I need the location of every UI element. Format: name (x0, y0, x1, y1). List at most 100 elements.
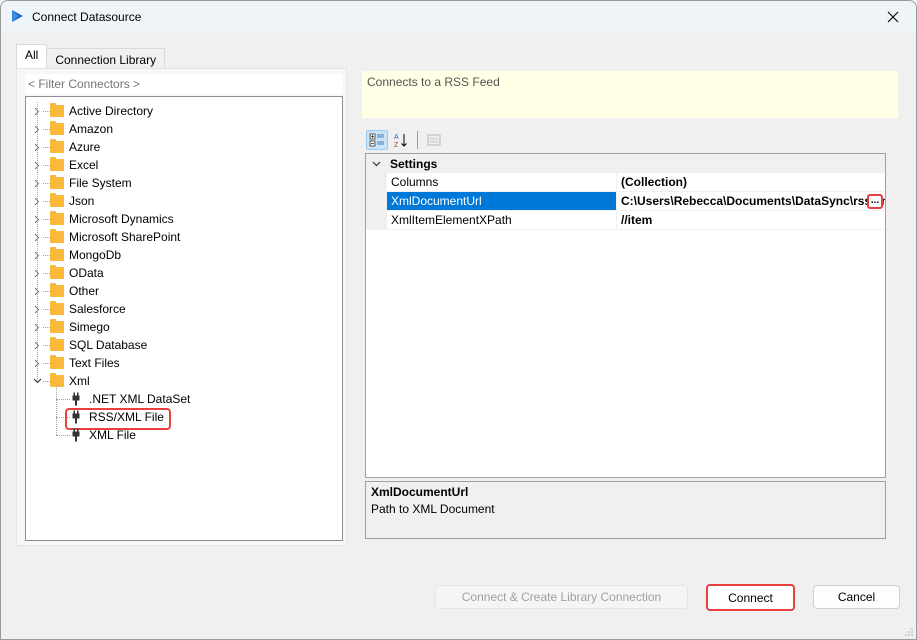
property-grid-toolbar: A Z (366, 129, 445, 151)
close-button[interactable] (870, 1, 916, 32)
expand-toggle[interactable] (32, 249, 42, 261)
tree-connector-line (43, 309, 50, 310)
tree-node-sql-database[interactable]: SQL Database (26, 336, 342, 354)
property-pages-button[interactable] (423, 130, 445, 150)
folder-icon (50, 175, 64, 189)
tree-node-simego[interactable]: Simego (26, 318, 342, 336)
property-name[interactable]: XmlDocumentUrl (387, 192, 617, 211)
browse-ellipsis-button[interactable]: ... (867, 194, 883, 209)
expand-toggle[interactable] (32, 231, 42, 243)
category-settings: Settings (366, 154, 885, 173)
connect-create-library-button[interactable]: Connect & Create Library Connection (435, 585, 688, 609)
folder-icon (50, 283, 64, 297)
expand-toggle[interactable] (32, 177, 42, 189)
property-value[interactable]: C:\Users\Rebecca\Documents\DataSync\rss.… (618, 192, 885, 211)
expand-toggle[interactable] (32, 159, 42, 171)
property-value[interactable]: //item (618, 211, 885, 230)
expand-toggle[interactable] (32, 303, 42, 315)
chevron-right-icon (34, 215, 40, 223)
tree-connector-line (43, 219, 50, 220)
tree-node-other[interactable]: Other (26, 282, 342, 300)
property-value-text[interactable]: C:\Users\Rebecca\Documents\DataSync\rss.… (621, 194, 885, 208)
tree-node-json[interactable]: Json (26, 192, 342, 210)
expand-toggle[interactable] (32, 357, 42, 369)
categorized-button[interactable] (366, 130, 388, 150)
tree-node-mongodb[interactable]: MongoDb (26, 246, 342, 264)
property-help-panel: XmlDocumentUrl Path to XML Document (365, 481, 886, 539)
tree-connector-line (43, 345, 50, 346)
tree-connector-line (43, 273, 50, 274)
expand-toggle[interactable] (32, 105, 42, 117)
chevron-right-icon (34, 143, 40, 151)
tree-node-microsoft-sharepoint[interactable]: Microsoft SharePoint (26, 228, 342, 246)
connector-plug-icon (71, 392, 81, 406)
connector-plug-icon (72, 428, 80, 442)
connector-description: Connects to a RSS Feed (362, 71, 898, 118)
filter-connectors-input[interactable] (25, 74, 343, 94)
tree-node-file-system[interactable]: File System (26, 174, 342, 192)
expand-toggle[interactable] (32, 213, 42, 225)
tree-node-microsoft-dynamics[interactable]: Microsoft Dynamics (26, 210, 342, 228)
chevron-right-icon (34, 323, 40, 331)
tab-all[interactable]: All (16, 44, 48, 68)
toolbar-separator (417, 131, 418, 149)
tree-node-excel[interactable]: Excel (26, 156, 342, 174)
property-row-xmldocumenturl[interactable]: XmlDocumentUrl C:\Users\Rebecca\Document… (366, 192, 885, 211)
tree-connector-line (43, 237, 50, 238)
tree-node-odata[interactable]: OData (26, 264, 342, 282)
expand-toggle[interactable] (32, 339, 42, 351)
expand-toggle[interactable] (32, 321, 42, 333)
tree-connector-line (56, 417, 70, 418)
close-icon (887, 11, 899, 22)
tab-connection-library[interactable]: Connection Library (46, 48, 166, 70)
svg-text:A: A (394, 134, 399, 141)
alphabetical-button[interactable]: A Z (390, 130, 412, 150)
expand-toggle[interactable] (32, 285, 42, 297)
tree-node-label: RSS/XML File (89, 410, 164, 424)
tree-node-salesforce[interactable]: Salesforce (26, 300, 342, 318)
property-row-columns[interactable]: Columns (Collection) (366, 173, 885, 192)
expand-toggle[interactable] (32, 123, 42, 135)
tree-node-label: Json (69, 194, 95, 208)
tree-node-text-files[interactable]: Text Files (26, 354, 342, 372)
connector-tabs: All Connection Library (16, 44, 166, 70)
property-name[interactable]: XmlItemElementXPath (387, 211, 617, 230)
tab-all-label: All (25, 47, 39, 62)
tree-node-label: Active Directory (69, 104, 154, 118)
tree-node-amazon[interactable]: Amazon (26, 120, 342, 138)
description-text: Connects to a RSS Feed (367, 75, 500, 89)
expand-toggle[interactable] (32, 141, 42, 153)
tree-node-label: Excel (69, 158, 99, 172)
property-value[interactable]: (Collection) (618, 173, 885, 192)
tree-node-xml-file[interactable]: XML File (26, 426, 342, 444)
resize-grip-icon[interactable] (904, 627, 914, 637)
property-row-xmlitemelementxpath[interactable]: XmlItemElementXPath //item (366, 211, 885, 230)
tree-node-active-directory[interactable]: Active Directory (26, 102, 342, 120)
window-title: Connect Datasource (32, 10, 142, 24)
folder-icon (50, 103, 64, 117)
tree-node--net-xml-dataset[interactable]: .NET XML DataSet (26, 390, 342, 408)
expand-toggle[interactable] (32, 267, 42, 279)
tree-connector-line (43, 201, 50, 202)
collapse-category-button[interactable] (366, 154, 386, 173)
tree-connector-line (43, 129, 50, 130)
tree-node-rss-xml-file[interactable]: RSS/XML File (26, 408, 342, 430)
expand-toggle[interactable] (32, 375, 42, 387)
category-label: Settings (390, 156, 438, 171)
tree-node-label: Simego (69, 320, 110, 334)
connectors-panel: Active Directory Amazon Azure Excel File Sys… (16, 68, 347, 546)
chevron-right-icon (34, 161, 40, 169)
cancel-button[interactable]: Cancel (813, 585, 900, 609)
tree-node-label: Salesforce (69, 302, 126, 316)
tree-connector-line (43, 381, 50, 382)
tree-node-label: Xml (69, 374, 90, 388)
expand-toggle[interactable] (32, 195, 42, 207)
chevron-right-icon (34, 287, 40, 295)
connector-tree[interactable]: Active Directory Amazon Azure Excel File Sys… (25, 96, 343, 541)
tree-node-azure[interactable]: Azure (26, 138, 342, 156)
folder-icon (50, 355, 64, 369)
chevron-right-icon (34, 179, 40, 187)
connect-button[interactable]: Connect (706, 584, 795, 611)
property-name[interactable]: Columns (387, 173, 617, 192)
tree-node-xml[interactable]: Xml (26, 372, 342, 390)
